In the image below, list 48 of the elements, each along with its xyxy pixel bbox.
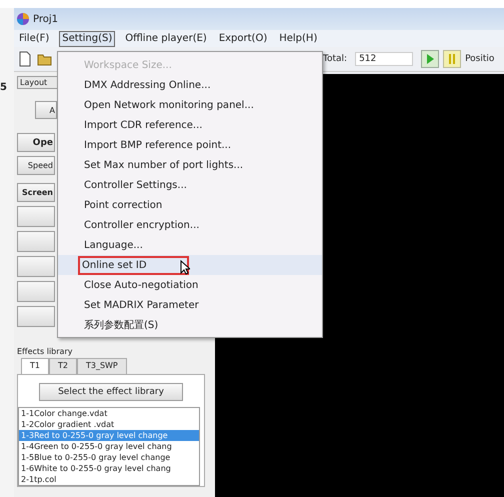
effect-item[interactable]: 1-4Green to 0-255-0 gray level chang <box>19 441 199 452</box>
menu-option[interactable]: Import CDR reference... <box>84 118 202 132</box>
play-icon[interactable] <box>421 50 440 68</box>
total-label: Total: <box>323 54 348 64</box>
menu-option[interactable]: Set MADRIX Parameter <box>84 298 199 312</box>
layout-tab[interactable]: Layout <box>17 76 59 89</box>
menu-option[interactable]: Controller encryption... <box>84 218 200 232</box>
window-fragment-text: 5 <box>0 82 7 93</box>
select-library-button[interactable]: Select the effect library <box>39 383 183 401</box>
panel-button[interactable] <box>17 256 55 277</box>
menu-option[interactable]: Language... <box>84 238 143 252</box>
app-icon <box>16 12 30 26</box>
group-title: Effects library <box>17 347 74 356</box>
effect-item[interactable]: 2-1tp.col <box>19 474 199 485</box>
menu-item[interactable]: Help(H) <box>277 32 320 46</box>
panel-button[interactable]: Screen <box>17 183 55 202</box>
library-tab[interactable]: T3_SWP <box>76 358 127 374</box>
effect-item[interactable]: 1-2Color gradient .vdat <box>19 419 199 430</box>
cursor-icon <box>180 260 190 275</box>
panel-button[interactable]: A <box>35 101 57 119</box>
menu-option[interactable]: DMX Addressing Online... <box>84 78 211 92</box>
menu-item[interactable]: Export(O) <box>216 32 270 46</box>
menu-option[interactable]: Controller Settings... <box>84 178 187 192</box>
menu-item[interactable]: Setting(S) <box>59 30 116 46</box>
menu-option[interactable]: Close Auto-negotiation <box>84 278 198 292</box>
effect-item[interactable]: 1-5Blue to 0-255-0 gray level change <box>19 452 199 463</box>
effect-item[interactable]: 1-1Color change.vdat <box>19 408 199 419</box>
menu-item[interactable]: File(F) <box>17 32 52 46</box>
total-field[interactable]: 512 <box>355 52 414 66</box>
new-file-icon[interactable] <box>17 51 33 67</box>
panel-button[interactable] <box>17 281 55 302</box>
position-label: Positio <box>465 54 494 64</box>
panel-button[interactable] <box>17 231 55 252</box>
effect-item[interactable]: 1-6White to 0-255-0 gray level chang <box>19 463 199 474</box>
pause-icon[interactable] <box>443 50 462 68</box>
menu-option[interactable]: 系列参数配置(S) <box>84 318 158 332</box>
menu-option[interactable]: Point correction <box>84 198 162 212</box>
window-title: Proj1 <box>33 14 58 24</box>
menu-option[interactable]: Open Network monitoring panel... <box>84 98 254 112</box>
menu-option[interactable]: Import BMP reference point... <box>84 138 232 152</box>
panel-button[interactable]: Speed <box>17 156 55 175</box>
library-tab[interactable]: T1 <box>21 358 49 374</box>
menu-option[interactable]: Set Max number of port lights... <box>84 158 244 172</box>
library-tab[interactable]: T2 <box>48 358 77 374</box>
panel-button[interactable]: Ope <box>17 133 55 152</box>
panel-button[interactable] <box>17 206 55 227</box>
panel-button[interactable] <box>17 306 55 327</box>
menu-item[interactable]: Offline player(E) <box>123 32 209 46</box>
